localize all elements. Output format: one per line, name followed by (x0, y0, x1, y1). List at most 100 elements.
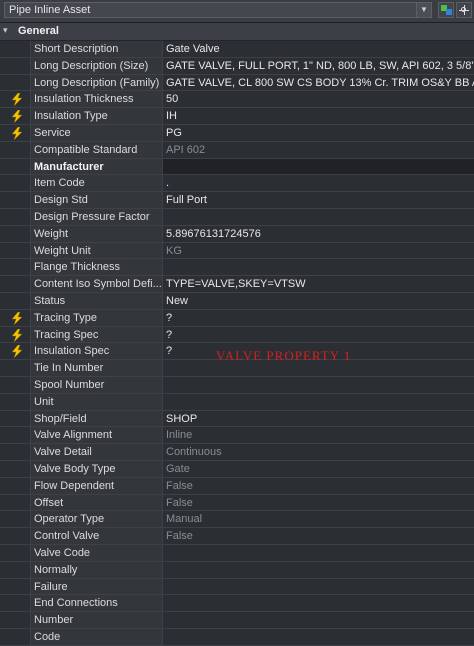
property-value[interactable]: TYPE=VALVE,SKEY=VTSW (163, 276, 474, 292)
property-name: Weight Unit (30, 242, 163, 259)
property-name: Spool Number (30, 376, 163, 393)
property-value[interactable] (163, 629, 474, 645)
property-value[interactable]: Continuous (163, 444, 474, 460)
property-value[interactable]: 50 (163, 91, 474, 107)
property-row[interactable]: Valve Code (0, 544, 474, 562)
property-value[interactable]: GATE VALVE, FULL PORT, 1" ND, 800 LB, SW… (163, 58, 474, 74)
row-gutter (0, 192, 30, 208)
property-row[interactable]: End Connections (0, 595, 474, 613)
property-name: Number (30, 612, 163, 628)
property-value[interactable] (163, 158, 474, 175)
property-row[interactable]: Number (0, 612, 474, 629)
select-objects-button[interactable] (456, 2, 472, 18)
property-row[interactable]: Valve Alignment Inline (0, 427, 474, 445)
property-value[interactable]: False (163, 528, 474, 544)
property-row[interactable]: Valve Body Type Gate (0, 460, 474, 478)
row-gutter (0, 628, 30, 645)
property-row[interactable]: Tracing Spec? (0, 326, 474, 344)
property-name: Insulation Type (30, 108, 163, 124)
property-row[interactable]: Compatible Standard API 602 (0, 141, 474, 159)
property-value[interactable] (163, 579, 474, 595)
property-value[interactable]: SHOP (163, 411, 474, 427)
property-value[interactable] (163, 209, 474, 225)
row-gutter (0, 544, 30, 561)
property-row[interactable]: Insulation Thickness 50 (0, 91, 474, 109)
row-gutter (0, 460, 30, 477)
row-gutter (0, 410, 30, 427)
asset-type-dropdown[interactable]: Pipe Inline Asset ▼ (4, 2, 432, 18)
property-value[interactable]: ? (163, 310, 474, 326)
property-row[interactable]: Code (0, 628, 474, 646)
property-row[interactable]: Failure (0, 578, 474, 596)
property-value[interactable] (163, 377, 474, 393)
property-value[interactable]: . (163, 175, 474, 191)
property-name: Design Pressure Factor (30, 208, 163, 225)
property-row[interactable]: Weight Unit KG (0, 242, 474, 260)
property-value[interactable]: 5.89676131724576 (163, 226, 474, 242)
property-value[interactable]: Full Port (163, 192, 474, 208)
property-row[interactable]: Design Std Full Port (0, 192, 474, 209)
property-row[interactable]: Control Valve False (0, 528, 474, 545)
property-value[interactable]: False (163, 478, 474, 494)
property-value[interactable]: Gate Valve (163, 41, 474, 57)
lightning-bolt-icon (11, 328, 23, 342)
asset-type-label: Pipe Inline Asset (9, 4, 91, 16)
quick-select-button[interactable] (438, 2, 454, 18)
property-row[interactable]: Design Pressure Factor (0, 208, 474, 226)
property-value[interactable]: False (163, 495, 474, 511)
property-value[interactable]: New (163, 293, 474, 309)
property-value[interactable]: Gate (163, 461, 474, 477)
property-value[interactable]: GATE VALVE, CL 800 SW CS BODY 13% Cr. TR… (163, 75, 474, 91)
property-row[interactable]: Unit (0, 393, 474, 411)
property-value[interactable] (163, 562, 474, 578)
property-row[interactable]: Flow Dependent False (0, 477, 474, 495)
property-value[interactable] (163, 595, 474, 611)
row-gutter (0, 74, 30, 91)
property-grid: Short Description Gate Valve Long Descript… (0, 41, 474, 646)
row-gutter (0, 141, 30, 158)
row-gutter (0, 376, 30, 393)
row-gutter (0, 427, 30, 444)
section-general[interactable]: ▾ General (0, 23, 474, 41)
property-row[interactable]: Tracing Type? (0, 309, 474, 327)
property-row[interactable]: Item Code. (0, 175, 474, 193)
property-row[interactable]: Short Description Gate Valve (0, 41, 474, 58)
property-value[interactable]: ? (163, 327, 474, 343)
property-value[interactable] (163, 612, 474, 628)
property-value[interactable] (163, 394, 474, 410)
property-value[interactable]: IH (163, 108, 474, 124)
property-value[interactable] (163, 545, 474, 561)
property-row[interactable]: Flange Thickness (0, 259, 474, 277)
property-row[interactable]: Shop/Field SHOP (0, 410, 474, 428)
property-row[interactable]: Long Description (Family) GATE VALVE, CL … (0, 74, 474, 92)
property-row[interactable]: Spool Number (0, 376, 474, 394)
row-gutter (0, 477, 30, 494)
row-gutter (0, 494, 30, 511)
property-value[interactable]: Inline (163, 427, 474, 443)
property-row[interactable]: Insulation Type IH (0, 108, 474, 125)
property-value[interactable] (163, 259, 474, 275)
property-value[interactable]: Manual (163, 511, 474, 527)
property-row[interactable]: Offset False (0, 494, 474, 512)
property-value[interactable]: API 602 (163, 142, 474, 158)
property-value[interactable]: KG (163, 243, 474, 259)
property-row[interactable]: Manufacturer (0, 158, 474, 176)
collapse-icon[interactable]: ▾ (3, 26, 12, 35)
row-gutter (0, 309, 30, 326)
property-value[interactable]: PG (163, 125, 474, 141)
chevron-down-icon[interactable]: ▼ (416, 3, 431, 17)
property-row[interactable]: Operator Type Manual (0, 511, 474, 529)
property-row[interactable]: Status New (0, 292, 474, 310)
property-row[interactable]: Normally (0, 561, 474, 579)
property-row[interactable]: Service PG (0, 124, 474, 142)
property-name: Design Std (30, 192, 163, 208)
property-name: Weight (30, 225, 163, 242)
property-row[interactable]: Long Description (Size) GATE VALVE, FULL … (0, 57, 474, 75)
row-gutter (0, 578, 30, 595)
property-row[interactable]: Content Iso Symbol Defi... TYPE=VALVE,SKE… (0, 276, 474, 293)
row-gutter (0, 511, 30, 528)
row-gutter (0, 158, 30, 175)
property-row[interactable]: Valve Detail Continuous (0, 444, 474, 461)
row-gutter (0, 276, 30, 292)
property-row[interactable]: Weight 5.89676131724576 (0, 225, 474, 243)
